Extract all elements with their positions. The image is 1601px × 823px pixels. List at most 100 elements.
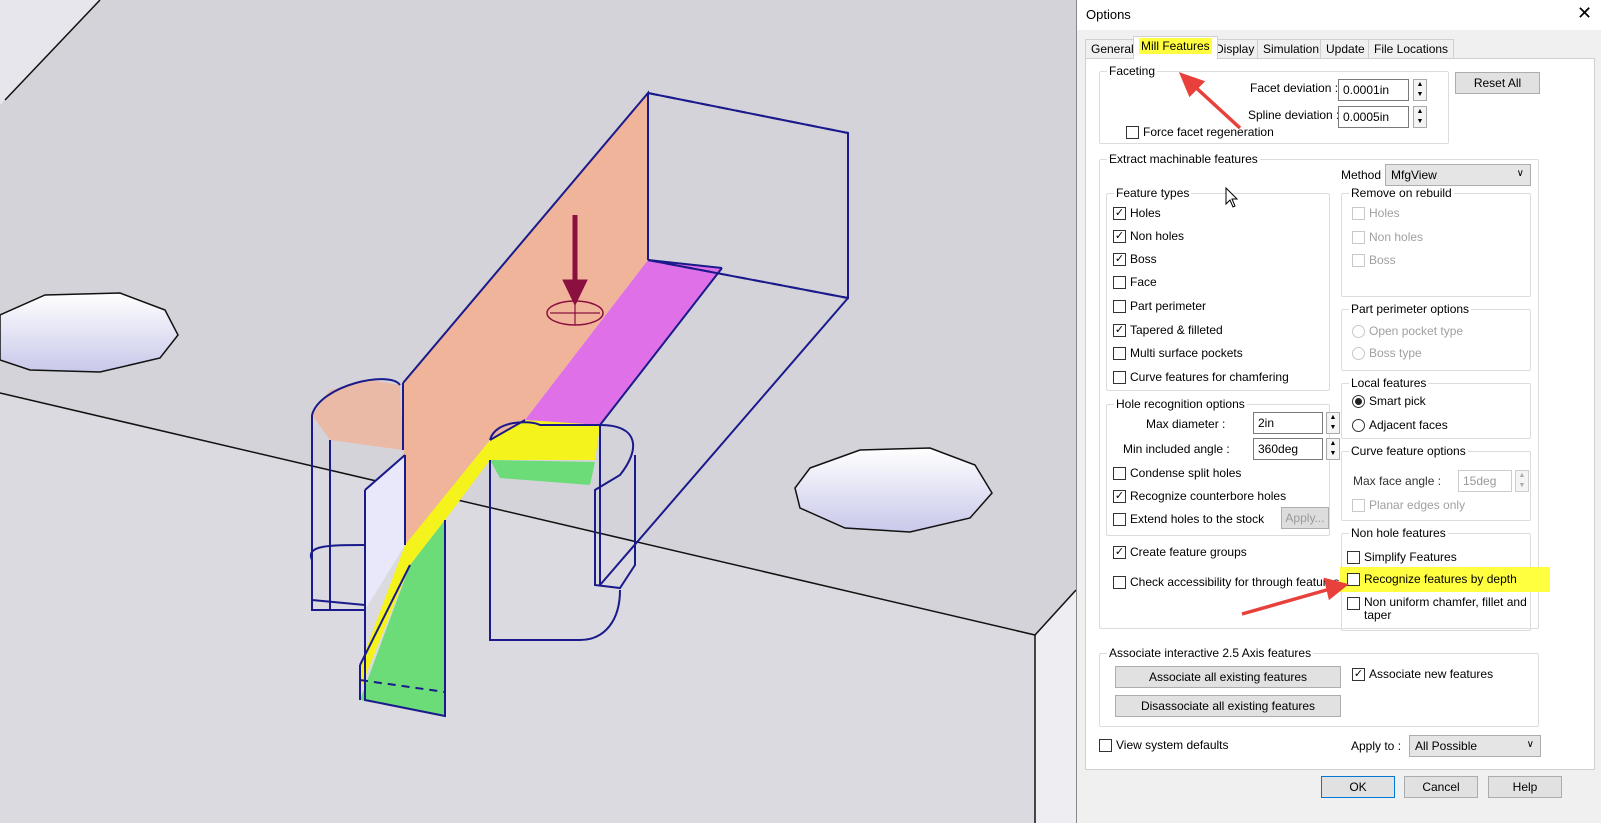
method-value: MfgView <box>1391 168 1437 182</box>
method-select[interactable]: MfgView ∨ <box>1385 164 1531 186</box>
checkbox-label: Boss <box>1369 253 1396 267</box>
checkbox-label: Face <box>1130 275 1157 289</box>
checkbox-label: Non uniform chamfer, fillet and taper <box>1364 595 1527 622</box>
recognize-by-depth-checkbox[interactable]: Recognize features by depth <box>1347 572 1517 586</box>
min-angle-spinner[interactable]: ▲ ▼ <box>1326 438 1340 460</box>
radio-label: Boss type <box>1369 346 1422 360</box>
open-pocket-type-radio[interactable]: Open pocket type <box>1352 324 1463 338</box>
check-accessibility-checkbox[interactable]: Check accessibility for through features <box>1113 575 1339 589</box>
disassociate-all-button[interactable]: Disassociate all existing features <box>1115 695 1341 717</box>
non-uniform-checkbox[interactable]: Non uniform chamfer, fillet and taper <box>1347 596 1527 622</box>
checkbox-label: Planar edges only <box>1369 498 1466 512</box>
tab-general[interactable]: General <box>1085 39 1140 59</box>
simplify-features-checkbox[interactable]: Simplify Features <box>1347 550 1457 564</box>
spline-deviation-input[interactable]: 0.0005in <box>1338 106 1409 128</box>
max-face-angle-input[interactable]: 15deg <box>1458 470 1512 492</box>
max-face-angle-label: Max face angle : <box>1353 474 1442 488</box>
feature-type-multi-surface-pockets-checkbox[interactable]: Multi surface pockets <box>1113 346 1243 360</box>
extend-holes-checkbox[interactable]: Extend holes to the stock <box>1113 512 1264 526</box>
recognize-counterbore-checkbox[interactable]: ✓ Recognize counterbore holes <box>1113 489 1286 503</box>
tab-simulation[interactable]: Simulation <box>1257 39 1326 59</box>
checkbox-box <box>1113 370 1126 384</box>
apply-button[interactable]: Apply... <box>1281 507 1329 529</box>
chevron-down-icon: ∨ <box>1516 168 1524 179</box>
radio-label: Open pocket type <box>1369 324 1464 338</box>
feature-type-boss-checkbox[interactable]: ✓ Boss <box>1113 252 1157 266</box>
3d-viewport[interactable] <box>0 0 1076 823</box>
feature-type-part-perimeter-checkbox[interactable]: Part perimeter <box>1113 299 1206 313</box>
remove-holes-checkbox[interactable]: Holes <box>1352 206 1400 220</box>
max-diameter-label: Max diameter : <box>1146 417 1226 431</box>
facet-deviation-label: Facet deviation : <box>1250 81 1339 95</box>
checkbox-box <box>1113 346 1126 360</box>
remove-non-holes-checkbox[interactable]: Non holes <box>1352 230 1423 244</box>
tab-mill-features[interactable]: Mill Features <box>1133 36 1218 59</box>
facet-deviation-input[interactable]: 0.0001in <box>1338 79 1409 101</box>
feature-type-curve-features-chamfering-checkbox[interactable]: Curve features for chamfering <box>1113 370 1289 384</box>
feature-type-tapered-filleted-checkbox[interactable]: ✓ Tapered & filleted <box>1113 323 1223 337</box>
checkbox-label: Extend holes to the stock <box>1130 512 1265 526</box>
boss-type-radio[interactable]: Boss type <box>1352 346 1422 360</box>
associate-label: Associate interactive 2.5 Axis features <box>1107 646 1314 660</box>
create-feature-groups-checkbox[interactable]: ✓ Create feature groups <box>1113 545 1247 559</box>
force-facet-regeneration-checkbox[interactable]: Force facet regeneration <box>1126 125 1274 139</box>
hole-recognition-label: Hole recognition options <box>1114 397 1247 411</box>
max-diameter-input[interactable]: 2in <box>1253 412 1323 434</box>
checkbox-label: Create feature groups <box>1130 545 1247 559</box>
apply-to-select[interactable]: All Possible ∨ <box>1409 735 1541 757</box>
feature-type-non-holes-checkbox[interactable]: ✓ Non holes <box>1113 229 1184 243</box>
checkbox-label: Recognize counterbore holes <box>1130 489 1287 503</box>
checkbox-box: ✓ <box>1113 252 1126 266</box>
cancel-button[interactable]: Cancel <box>1404 776 1478 798</box>
checkbox-box <box>1113 299 1126 313</box>
checkbox-label: Holes <box>1369 206 1400 220</box>
apply-to-value: All Possible <box>1415 739 1478 753</box>
chevron-down-icon: ∨ <box>1526 739 1534 750</box>
tab-update[interactable]: Update <box>1320 39 1371 59</box>
condense-split-holes-checkbox[interactable]: Condense split holes <box>1113 466 1241 480</box>
max-diameter-spinner[interactable]: ▲ ▼ <box>1326 412 1340 434</box>
radio-label: Smart pick <box>1369 394 1426 408</box>
checkbox-box: ✓ <box>1113 229 1126 243</box>
tab-file-locations[interactable]: File Locations <box>1368 39 1455 59</box>
tab-label: Mill Features <box>1139 38 1212 54</box>
close-icon[interactable]: ✕ <box>1577 3 1592 24</box>
spline-deviation-spinner[interactable]: ▲ ▼ <box>1413 106 1427 128</box>
associate-all-button[interactable]: Associate all existing features <box>1115 666 1341 688</box>
extract-label: Extract machinable features <box>1107 152 1260 166</box>
checkbox-box <box>1113 275 1126 289</box>
checkbox-label: Part perimeter <box>1130 299 1207 313</box>
title-bar: Options ✕ <box>1077 0 1601 30</box>
faceting-label: Faceting <box>1107 64 1158 78</box>
checkbox-label: Check accessibility for through features <box>1130 575 1340 589</box>
feature-type-face-checkbox[interactable]: Face <box>1113 275 1157 289</box>
checkbox-label: Recognize features by depth <box>1364 572 1517 586</box>
hole-left <box>0 292 179 373</box>
remove-boss-checkbox[interactable]: Boss <box>1352 253 1396 267</box>
planar-edges-checkbox[interactable]: Planar edges only <box>1352 498 1465 512</box>
smart-pick-radio[interactable]: Smart pick <box>1352 394 1426 408</box>
min-angle-label: Min included angle : <box>1123 442 1230 456</box>
checkbox-label: Condense split holes <box>1130 466 1242 480</box>
checkbox-box: ✓ <box>1113 206 1126 220</box>
radio-label: Adjacent faces <box>1369 418 1448 432</box>
view-system-defaults-checkbox[interactable]: View system defaults <box>1099 738 1229 752</box>
max-face-angle-spinner[interactable]: ▲ ▼ <box>1515 470 1529 492</box>
ok-button[interactable]: OK <box>1321 776 1395 798</box>
associate-new-checkbox[interactable]: ✓ Associate new features <box>1352 667 1493 681</box>
facet-deviation-spinner[interactable]: ▲ ▼ <box>1413 79 1427 101</box>
min-angle-input[interactable]: 360deg <box>1253 438 1323 460</box>
feature-type-holes-checkbox[interactable]: ✓ Holes <box>1113 206 1161 220</box>
feature-types-group: Feature types <box>1106 186 1330 391</box>
checkbox-label: Holes <box>1130 206 1161 220</box>
checkbox-label: Non holes <box>1130 229 1185 243</box>
options-dialog: Options ✕ General Mill Features Display … <box>1076 0 1601 823</box>
adjacent-faces-radio[interactable]: Adjacent faces <box>1352 418 1448 432</box>
checkbox-label: Simplify Features <box>1364 550 1457 564</box>
mill-features-panel: Faceting Facet deviation : 0.0001in ▲ ▼ S… <box>1085 58 1595 770</box>
help-button[interactable]: Help <box>1488 776 1562 798</box>
checkbox-label: Curve features for chamfering <box>1130 370 1289 384</box>
checkbox-label: Non holes <box>1369 230 1424 244</box>
reset-all-button[interactable]: Reset All <box>1455 72 1540 94</box>
checkbox-label: Associate new features <box>1369 667 1494 681</box>
